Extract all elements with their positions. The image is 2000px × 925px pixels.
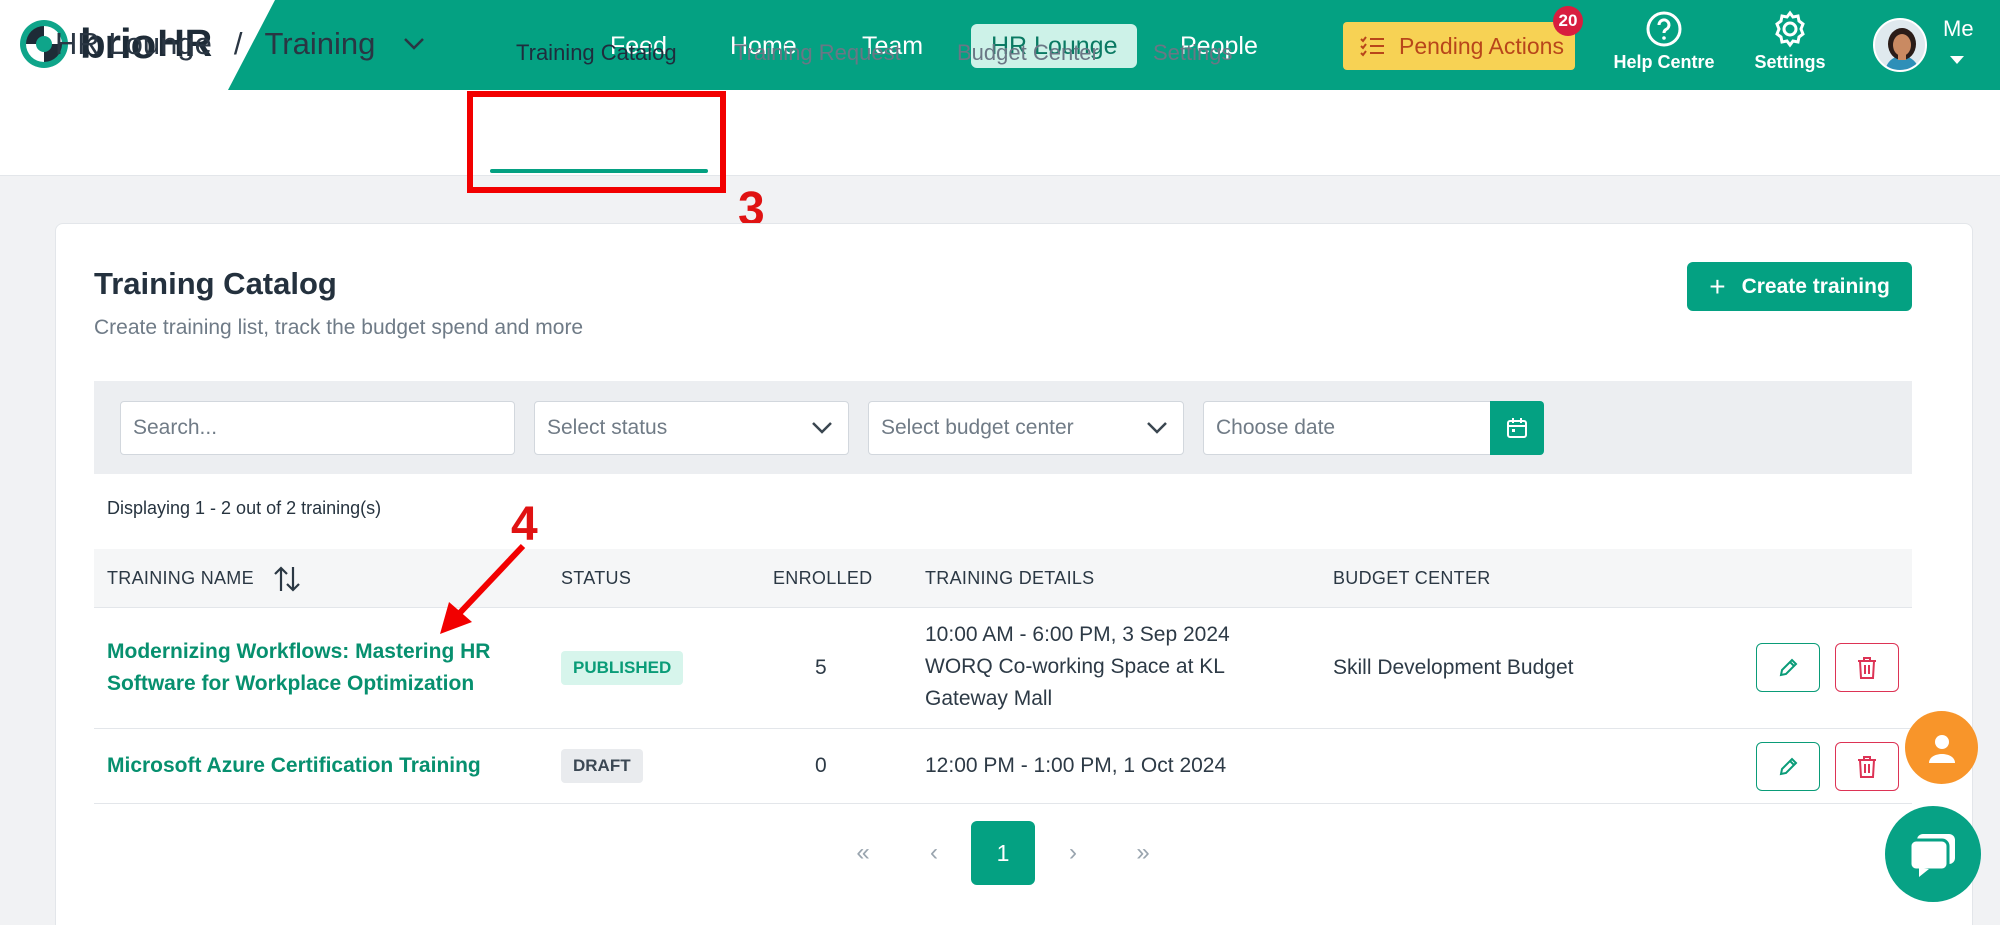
status-select-placeholder: Select status	[547, 416, 668, 439]
breadcrumb-separator: /	[233, 26, 243, 61]
column-header-training-details: TRAINING DETAILS	[925, 568, 1095, 588]
status-select[interactable]: Select status	[534, 401, 849, 455]
plus-icon: +	[1709, 270, 1726, 302]
tab-training-request[interactable]: Training Request	[734, 40, 901, 66]
row-divider	[94, 803, 1912, 804]
training-details-line: Gateway Mall	[925, 687, 1053, 710]
create-training-label: Create training	[1741, 274, 1890, 298]
status-badge: DRAFT	[561, 749, 643, 783]
pagination-last[interactable]: »	[1118, 821, 1168, 885]
sort-icon[interactable]	[272, 565, 302, 593]
budget-center-value: Skill Development Budget	[1333, 656, 1574, 679]
gear-icon	[1775, 10, 1805, 48]
annotation-arrow-icon	[440, 543, 526, 634]
annotation-highlight-box	[467, 91, 726, 193]
tab-budget-center[interactable]: Budget Center	[957, 40, 1099, 66]
calendar-icon	[1507, 418, 1527, 438]
budget-center-select[interactable]: Select budget center	[868, 401, 1184, 455]
pagination-current-page[interactable]: 1	[971, 821, 1035, 885]
chevron-down-icon	[1147, 422, 1167, 434]
search-input[interactable]: Search...	[120, 401, 515, 455]
chat-fab-button[interactable]	[1885, 806, 1981, 902]
training-details: 12:00 PM - 1:00 PM, 1 Oct 2024	[925, 754, 1227, 777]
checklist-icon	[1360, 36, 1384, 57]
budget-center-placeholder: Select budget center	[881, 416, 1074, 439]
breadcrumb: HR Lounge / Training	[55, 26, 425, 62]
delete-button[interactable]	[1835, 742, 1899, 791]
help-icon	[1646, 11, 1682, 47]
settings-top-label: Settings	[1754, 52, 1826, 72]
pagination-first[interactable]: «	[838, 821, 888, 885]
training-name-link[interactable]: Modernizing Workflows: Mastering HR Soft…	[107, 636, 490, 700]
page-title: Training Catalog	[94, 266, 337, 301]
chat-icon	[1908, 834, 1955, 877]
pending-actions-label: Pending Actions	[1399, 32, 1564, 59]
training-name-link[interactable]: Microsoft Azure Certification Training	[107, 750, 481, 782]
enrolled-count: 0	[815, 754, 827, 777]
trash-icon	[1858, 755, 1876, 778]
tab-settings[interactable]: Settings	[1153, 40, 1233, 66]
profile-fab-button[interactable]	[1905, 711, 1978, 784]
trash-icon	[1858, 656, 1876, 679]
user-avatar[interactable]	[1873, 18, 1927, 72]
pencil-icon	[1779, 658, 1798, 676]
training-details-line: 10:00 AM - 6:00 PM, 3 Sep 2024	[925, 623, 1230, 646]
column-header-training-name[interactable]: TRAINING NAME	[107, 568, 254, 589]
column-header-budget-center: BUDGET CENTER	[1333, 568, 1491, 588]
pagination-next[interactable]: ›	[1048, 821, 1098, 885]
create-training-button[interactable]: + Create training	[1687, 262, 1912, 311]
pagination-prev[interactable]: ‹	[909, 821, 959, 885]
date-input[interactable]: Choose date	[1203, 401, 1493, 455]
tab-training-catalog[interactable]: Training Catalog	[516, 40, 677, 66]
pencil-icon	[1779, 757, 1798, 775]
edit-button[interactable]	[1756, 643, 1820, 692]
avatar-image	[1875, 20, 1925, 70]
status-badge: PUBLISHED	[561, 651, 684, 685]
column-header-enrolled: ENROLLED	[773, 568, 873, 588]
help-centre-button[interactable]: Help Centre	[1608, 10, 1720, 73]
date-picker-button[interactable]	[1490, 401, 1544, 455]
chevron-down-icon	[812, 422, 832, 434]
delete-button[interactable]	[1835, 643, 1899, 692]
page-subtitle: Create training list, track the budget s…	[94, 316, 584, 339]
enrolled-count: 5	[815, 656, 827, 679]
user-menu-label[interactable]: Me	[1943, 16, 1974, 42]
training-details-line: WORQ Co-working Space at KL	[925, 655, 1225, 678]
user-menu-caret-icon[interactable]	[1950, 56, 1964, 64]
results-count: Displaying 1 - 2 out of 2 training(s)	[107, 498, 382, 518]
row-divider	[94, 728, 1912, 729]
sub-header	[0, 90, 2000, 176]
breadcrumb-section[interactable]: HR Lounge	[55, 26, 212, 62]
breadcrumb-page: Training	[264, 26, 376, 61]
column-header-status: STATUS	[561, 568, 632, 588]
help-centre-label: Help Centre	[1613, 52, 1715, 72]
chevron-down-icon[interactable]	[403, 37, 425, 51]
training-name-line: Software for Workplace Optimization	[107, 672, 475, 695]
pending-actions-button[interactable]: Pending Actions	[1343, 22, 1575, 70]
pending-count-badge: 20	[1553, 6, 1583, 36]
training-name-line: Modernizing Workflows: Mastering HR	[107, 640, 491, 663]
training-details: 10:00 AM - 6:00 PM, 3 Sep 2024 WORQ Co-w…	[925, 619, 1230, 715]
edit-button[interactable]	[1756, 742, 1820, 791]
settings-top-button[interactable]: Settings	[1752, 10, 1828, 73]
person-icon	[1928, 734, 1955, 763]
